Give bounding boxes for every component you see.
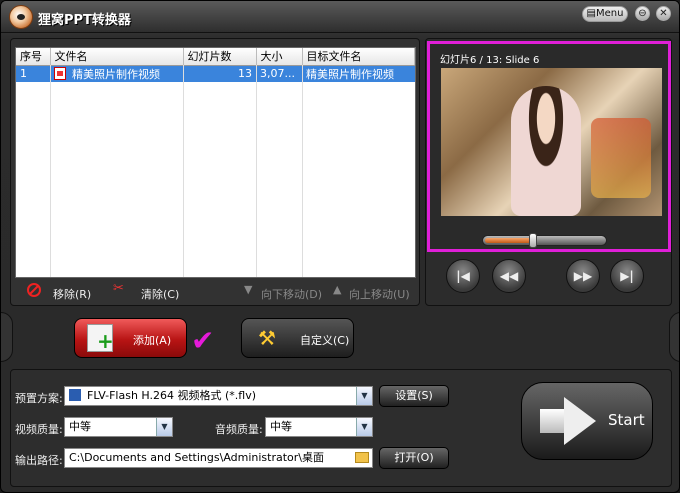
column-divider [183,65,184,277]
column-size[interactable]: 大小 [256,48,303,66]
preset-value: FLV-Flash H.264 视频格式 (*.flv) [87,389,257,402]
right-side-tab[interactable] [669,312,679,362]
file-table-header: 序号 文件名 幻灯片数 大小 目标文件名 [16,48,415,66]
preset-select[interactable]: FLV-Flash H.264 视频格式 (*.flv) ▼ [64,386,373,406]
preset-label: 预置方案: [15,392,63,405]
column-divider [256,65,257,277]
file-list[interactable]: 序号 文件名 幻灯片数 大小 目标文件名 1 精美照片制作视频 13 3,07.… [15,47,416,278]
video-quality-value: 中等 [69,420,91,433]
ppt-file-icon [54,66,66,80]
cell-filename: 精美照片制作视频 [50,65,183,82]
slider-fill [485,238,531,243]
start-arrow-icon [540,397,598,445]
arrow-up-icon[interactable]: ▲ [333,283,347,297]
clear-button[interactable]: 清除(C) [141,286,179,302]
open-button[interactable]: 打开(O) [379,447,449,469]
dropdown-arrow-icon[interactable]: ▼ [156,418,172,436]
app-logo-icon [9,5,33,29]
column-target[interactable]: 目标文件名 [302,48,415,66]
minimize-icon: ⊖ [638,8,647,19]
dropdown-arrow-icon[interactable]: ▼ [356,418,372,436]
audio-quality-select[interactable]: 中等 ▼ [265,417,373,437]
close-icon: ✕ [659,8,668,19]
film-icon [69,389,81,401]
minimize-button[interactable]: ⊖ [635,6,650,21]
move-down-button[interactable]: 向下移动(D) [261,286,322,302]
add-button[interactable]: 添加(A) [74,318,187,358]
arrow-down-icon[interactable]: ▼ [244,283,258,297]
start-label: Start [608,411,645,429]
forward-button[interactable]: ▶▶ [566,259,600,293]
video-quality-select[interactable]: 中等 ▼ [64,417,173,437]
last-slide-button[interactable]: ▶| [610,259,644,293]
left-side-tab[interactable] [1,312,13,362]
menu-label: Menu [595,8,624,19]
add-file-icon [87,324,114,352]
start-button[interactable]: Start [521,382,653,460]
cell-slides: 13 [183,65,256,82]
slide-label: 幻灯片6 / 13: Slide 6 [440,55,540,66]
customize-button-label: 自定义(C) [300,334,350,347]
list-toolbar: 移除(R) ✂ 清除(C) ▼ 向下移动(D) ▲ 向上移动(U) [11,280,421,306]
main-window: 狸窝PPT转换器 ▤Menu ⊖ ✕ 序号 文件名 幻灯片数 大小 目标文件名 [0,0,680,493]
dropdown-arrow-icon[interactable]: ▼ [356,387,372,405]
table-row[interactable]: 1 精美照片制作视频 13 3,07... 精美照片制作视频 [16,65,415,82]
rewind-icon: ◀◀ [499,269,519,283]
column-divider [302,65,303,277]
column-filename[interactable]: 文件名 [50,48,184,66]
move-up-button[interactable]: 向上移动(U) [349,286,410,302]
output-path-value: C:\Documents and Settings\Administrator\… [69,451,325,464]
playback-slider[interactable] [482,233,607,248]
remove-button[interactable]: 移除(R) [53,286,91,302]
cell-index: 1 [16,65,50,82]
last-slide-icon: ▶| [620,269,634,283]
video-quality-label: 视频质量: [15,423,63,436]
preview-panel: 幻灯片6 / 13: Slide 6 |◀ ◀◀ ▶▶ ▶| [425,38,672,306]
app-title: 狸窝PPT转换器 [38,13,131,28]
settings-button[interactable]: 设置(S) [379,385,449,407]
first-slide-button[interactable]: |◀ [446,259,480,293]
menu-button[interactable]: ▤Menu [582,6,628,22]
cell-size: 3,07... [256,65,302,82]
audio-quality-value: 中等 [270,420,292,433]
output-path-field[interactable]: C:\Documents and Settings\Administrator\… [64,448,373,468]
cell-target: 精美照片制作视频 [302,65,415,82]
close-button[interactable]: ✕ [656,6,671,21]
remove-icon[interactable] [27,283,41,297]
file-list-panel: 序号 文件名 幻灯片数 大小 目标文件名 1 精美照片制作视频 13 3,07.… [10,38,420,306]
title-bar: 狸窝PPT转换器 ▤Menu ⊖ ✕ [1,1,679,33]
output-path-label: 输出路径: [15,454,63,467]
slide-preview-image [441,68,662,216]
add-button-label: 添加(A) [133,334,172,347]
column-divider [50,65,51,277]
checkmark-icon: ✔ [191,324,215,357]
filename-text: 精美照片制作视频 [72,67,160,81]
slider-handle[interactable] [529,233,537,248]
file-table: 序号 文件名 幻灯片数 大小 目标文件名 1 精美照片制作视频 13 3,07.… [16,48,415,82]
tools-icon: ⚒ [258,326,276,350]
customize-button[interactable]: ⚒ 自定义(C) [241,318,354,358]
rewind-button[interactable]: ◀◀ [492,259,526,293]
preview-frame: 幻灯片6 / 13: Slide 6 [427,41,671,252]
menu-icon: ▤ [586,8,596,19]
audio-quality-label: 音频质量: [215,423,263,436]
folder-icon[interactable] [355,452,369,463]
column-slides[interactable]: 幻灯片数 [183,48,257,66]
first-slide-icon: |◀ [456,269,470,283]
clear-icon[interactable]: ✂ [113,282,127,297]
forward-icon: ▶▶ [573,269,593,283]
column-index[interactable]: 序号 [16,48,51,66]
